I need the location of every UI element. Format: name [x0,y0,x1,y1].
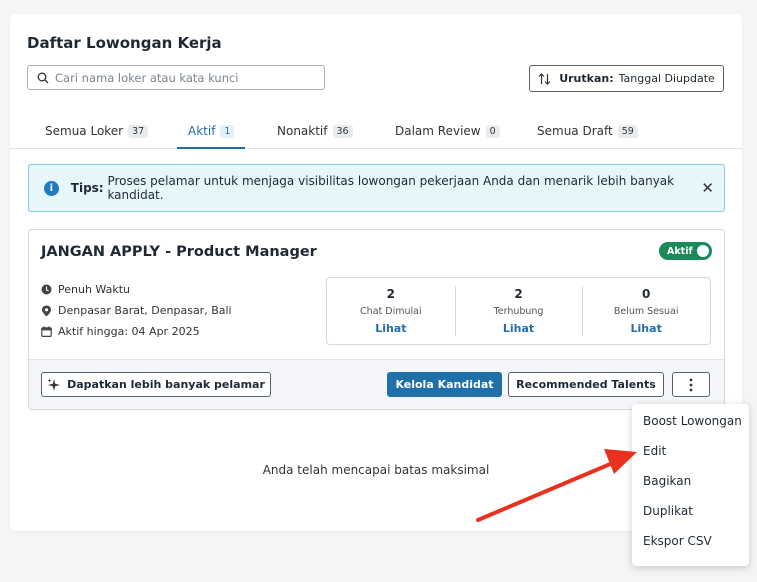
job-location: Denpasar Barat, Denpasar, Bali [41,304,232,317]
calendar-icon [41,326,52,337]
active-until-label: Aktif hingga: [58,325,129,338]
tab-label: Nonaktif [277,124,328,138]
job-card: JANGAN APPLY - Product Manager Aktif Pen… [28,229,725,410]
close-icon[interactable]: ✕ [701,179,714,197]
sort-button[interactable]: Urutkan: Tanggal Diupdate [529,65,724,92]
search-input[interactable] [55,70,324,85]
active-until-value: 04 Apr 2025 [131,325,200,338]
stat-link[interactable]: Lihat [503,322,534,335]
tips-text: Proses pelamar untuk menjaga visibilitas… [107,174,675,202]
menu-item-boost[interactable]: Boost Lowongan [643,414,742,428]
stat-link[interactable]: Lihat [631,322,662,335]
tab-count: 59 [617,124,638,138]
sort-value: Tanggal Diupdate [618,72,715,85]
stat-belum-sesuai: 0 Belum Sesuai Lihat [582,278,710,344]
tab-label: Dalam Review [395,124,481,138]
status-badge: Aktif [667,245,693,257]
info-icon: i [44,180,59,196]
sort-arrows-icon [538,72,551,85]
tab-count: 37 [128,124,149,138]
more-applicants-label: Dapatkan lebih banyak pelamar [67,378,265,391]
job-location-text: Denpasar Barat, Denpasar, Bali [58,304,232,317]
tab-semua-draft[interactable]: Semua Draft 59 [537,114,638,148]
tab-label: Semua Draft [537,124,613,138]
menu-item-export-csv[interactable]: Ekspor CSV [643,534,712,548]
job-title[interactable]: JANGAN APPLY - Product Manager [41,244,317,260]
search-box[interactable] [27,65,325,90]
more-vertical-icon [689,378,693,391]
sort-label: Urutkan: [559,72,614,85]
manage-candidates-button[interactable]: Kelola Kandidat [387,372,502,397]
tab-count: 36 [332,124,353,138]
manage-candidates-label: Kelola Kandidat [395,378,494,391]
tab-bar: Semua Loker 37 Aktif 1 Nonaktif 36 Dalam Re… [10,114,742,149]
recommended-talents-button[interactable]: Recommended Talents [508,372,664,397]
stat-label: Belum Sesuai [613,306,679,317]
menu-item-edit[interactable]: Edit [643,444,666,458]
stat-terhubung: 2 Terhubung Lihat [454,278,583,344]
job-stats: 2 Chat Dimulai Lihat 2 Terhubung Lihat 0… [326,277,711,345]
clock-icon [41,284,52,295]
more-options-button[interactable] [672,372,710,397]
recommended-talents-label: Recommended Talents [516,378,656,391]
job-type: Penuh Waktu [41,283,130,296]
stat-label: Terhubung [493,306,544,317]
tab-label: Semua Loker [45,124,124,138]
stat-value: 2 [386,287,396,301]
search-icon [37,72,49,83]
tips-banner: i Tips: Proses pelamar untuk menjaga vis… [28,164,725,212]
tab-semua-loker[interactable]: Semua Loker 37 [45,114,149,148]
stat-label: Chat Dimulai [360,306,422,317]
tab-label: Aktif [188,124,216,138]
more-options-menu: Boost Lowongan Edit Bagikan Duplikat Eks… [632,404,749,566]
menu-item-share[interactable]: Bagikan [643,474,691,488]
tab-dalam-review[interactable]: Dalam Review 0 [395,114,500,148]
tips-label: Tips: [70,181,104,195]
job-active-until: Aktif hingga: 04 Apr 2025 [41,325,200,338]
stat-value: 2 [514,287,523,301]
menu-item-duplicate[interactable]: Duplikat [643,504,693,518]
stat-value: 0 [642,287,651,301]
stat-chat-dimulai: 2 Chat Dimulai Lihat [327,278,455,344]
tab-count: 1 [220,124,235,138]
status-toggle[interactable]: Aktif [659,242,712,260]
job-type-text: Penuh Waktu [58,283,130,296]
toggle-knob [697,245,709,257]
tab-count: 0 [485,124,500,138]
job-card-footer: Dapatkan lebih banyak pelamar Kelola Kan… [29,359,724,409]
more-applicants-button[interactable]: Dapatkan lebih banyak pelamar [41,372,271,397]
sparkle-icon [47,378,61,391]
tab-nonaktif[interactable]: Nonaktif 36 [277,114,353,148]
page-title: Daftar Lowongan Kerja [27,34,222,52]
tab-aktif[interactable]: Aktif 1 [177,114,246,149]
location-pin-icon [42,305,51,316]
stat-link[interactable]: Lihat [375,322,406,335]
